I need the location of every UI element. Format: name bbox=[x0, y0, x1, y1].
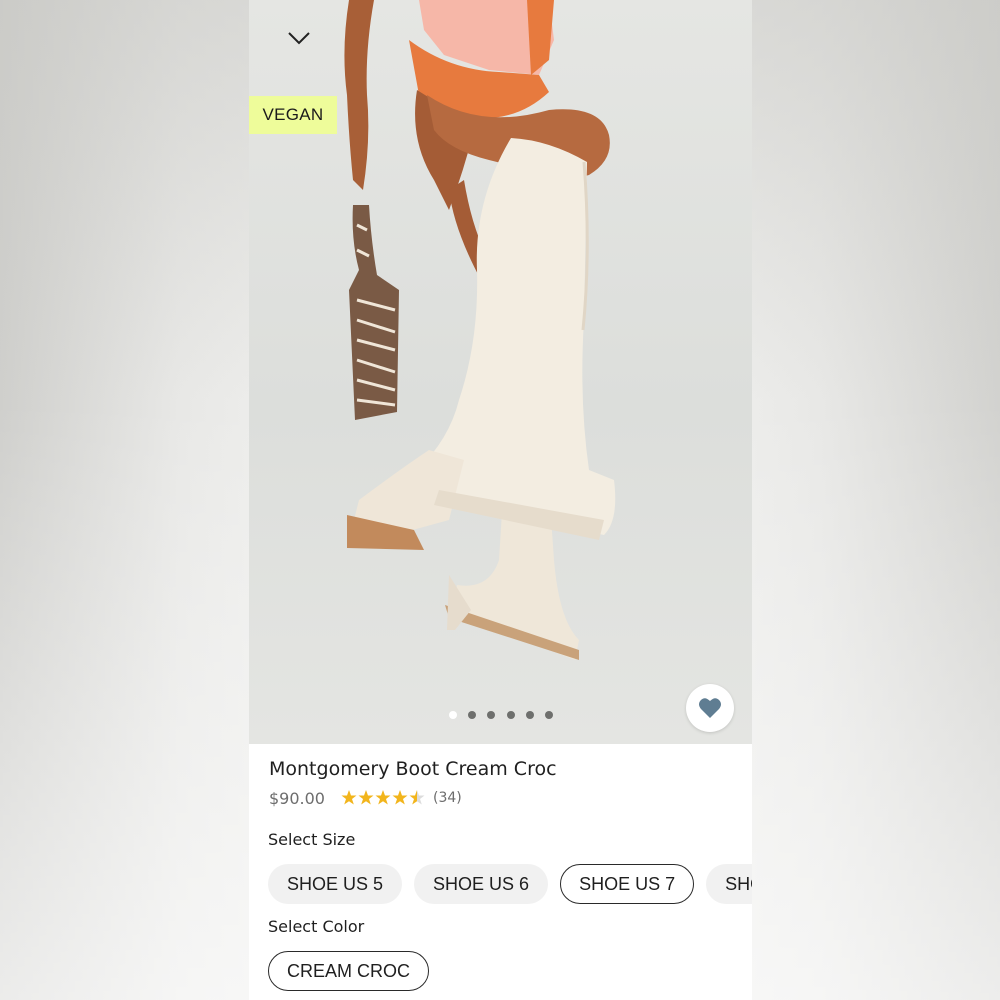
carousel-dot[interactable] bbox=[506, 711, 515, 719]
product-info: Montgomery Boot Cream Croc $90.00 (34) S… bbox=[249, 744, 752, 1000]
vegan-badge: VEGAN bbox=[249, 96, 337, 134]
size-option[interactable]: SHOE US 6 bbox=[414, 864, 549, 904]
carousel-dot[interactable] bbox=[544, 711, 553, 719]
product-title: Montgomery Boot Cream Croc bbox=[269, 758, 557, 780]
star-icon bbox=[341, 790, 425, 805]
size-option[interactable]: SHOE US 5 bbox=[268, 864, 403, 904]
carousel-indicator[interactable] bbox=[449, 710, 553, 720]
heart-icon bbox=[699, 698, 721, 718]
carousel-dot[interactable] bbox=[487, 711, 496, 719]
rating-stars[interactable] bbox=[341, 789, 427, 807]
review-count[interactable]: (34) bbox=[433, 790, 462, 806]
product-price: $90.00 bbox=[269, 788, 325, 808]
favorite-button[interactable] bbox=[686, 684, 734, 732]
product-screen: VEGAN Montgomery Boot Cream Croc $90.00 bbox=[249, 0, 752, 1000]
select-color-label: Select Color bbox=[268, 917, 365, 936]
carousel-dot[interactable] bbox=[468, 711, 477, 719]
size-option-selected[interactable]: SHOE US 7 bbox=[560, 864, 695, 904]
color-options: CREAM CROC bbox=[268, 951, 430, 991]
carousel-dot[interactable] bbox=[449, 711, 457, 719]
product-image-carousel[interactable]: VEGAN bbox=[249, 0, 752, 744]
chevron-down-icon[interactable] bbox=[285, 26, 313, 50]
size-option[interactable]: SHOE bbox=[706, 864, 752, 904]
color-option-selected[interactable]: CREAM CROC bbox=[268, 951, 430, 991]
carousel-dot[interactable] bbox=[525, 711, 534, 719]
select-size-label: Select Size bbox=[268, 830, 356, 849]
size-options: SHOE US 5 SHOE US 6 SHOE US 7 SHOE bbox=[268, 864, 752, 904]
price-rating-row: $90.00 (34) bbox=[269, 787, 462, 809]
